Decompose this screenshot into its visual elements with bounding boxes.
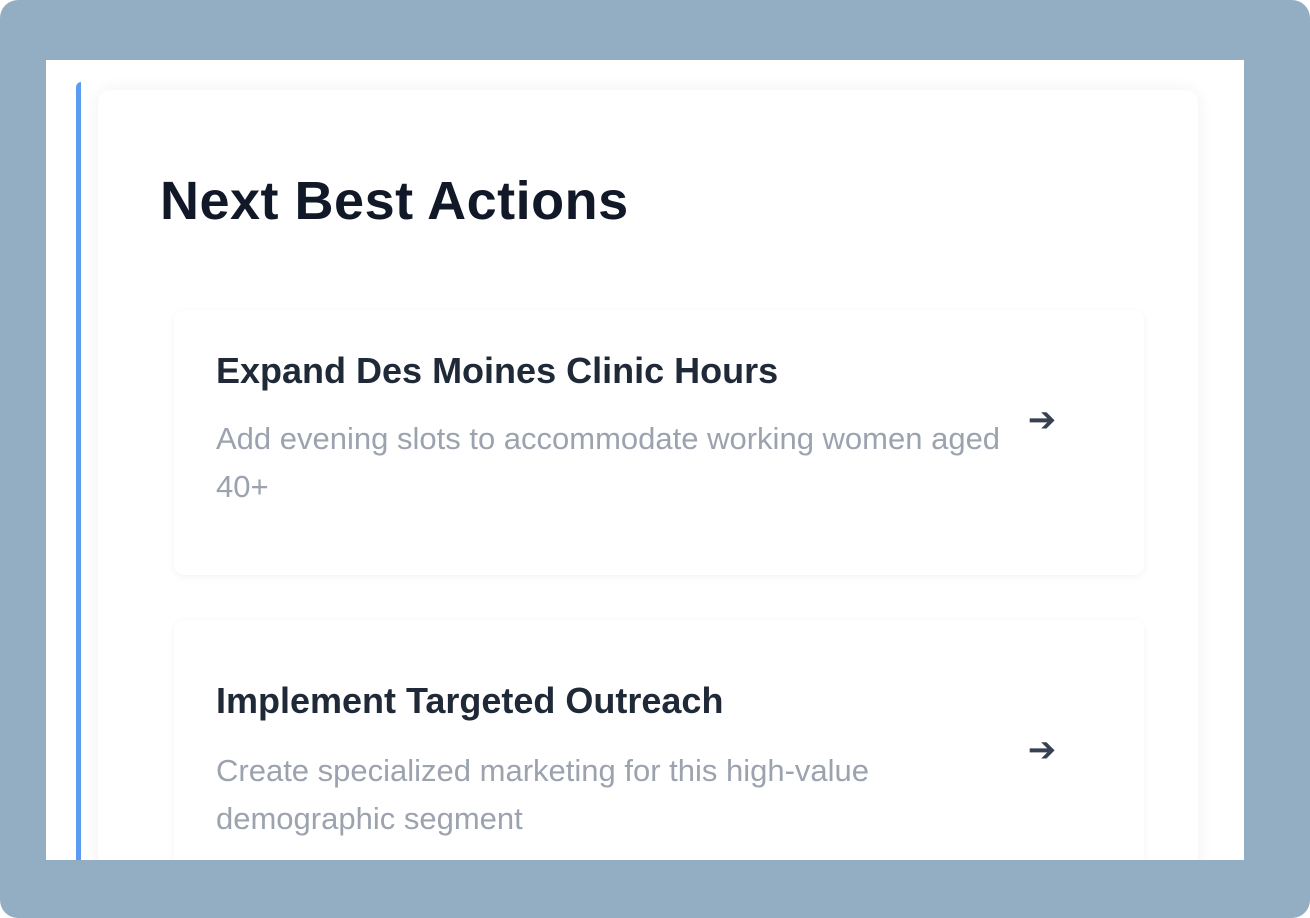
panel-title: Next Best Actions: [160, 171, 629, 231]
arrow-right-icon[interactable]: ➔: [1022, 730, 1062, 770]
accent-bar: [76, 82, 81, 860]
action-description: Add evening slots to accommodate working…: [216, 421, 1001, 504]
next-best-actions-panel: Next Best Actions Expand Des Moines Clin…: [46, 60, 1244, 860]
action-card-expand-hours[interactable]: Expand Des Moines Clinic Hours Add eveni…: [174, 310, 1144, 575]
action-title: Expand Des Moines Clinic Hours: [216, 350, 779, 391]
action-card-targeted-outreach[interactable]: Implement Targeted Outreach Create speci…: [174, 620, 1144, 860]
action-description: Create specialized marketing for this hi…: [216, 753, 870, 836]
arrow-right-icon[interactable]: ➔: [1022, 400, 1062, 440]
action-title: Implement Targeted Outreach: [216, 680, 724, 721]
